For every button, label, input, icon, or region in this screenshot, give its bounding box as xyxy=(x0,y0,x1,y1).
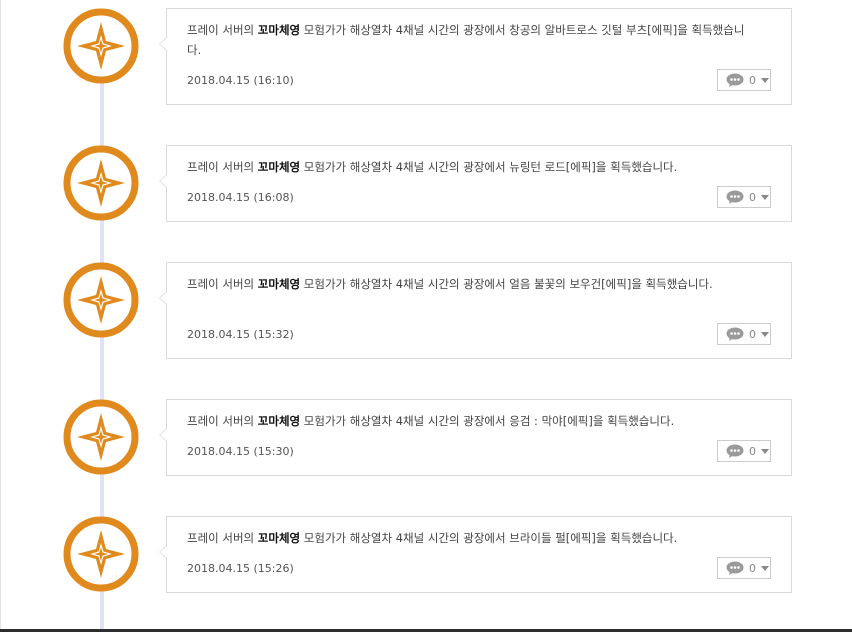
player-name[interactable]: 꼬마체영 xyxy=(258,414,300,428)
comment-button[interactable]: 0 xyxy=(717,557,771,579)
epic-emblem-icon xyxy=(63,516,139,592)
acquisition-card: 프레이 서버의 꼬마체영 모험가가 해상열차 4채널 시간의 광장에서 응검 :… xyxy=(159,399,792,476)
entry-date: 2018.04.15 (15:26) xyxy=(187,562,294,575)
speech-bubble-icon xyxy=(726,190,744,204)
epic-emblem-icon xyxy=(63,262,139,338)
comment-button[interactable]: 0 xyxy=(717,69,771,91)
speech-bubble-icon xyxy=(726,561,744,575)
comment-count: 0 xyxy=(749,327,756,341)
comment-count: 0 xyxy=(749,561,756,575)
speech-bubble-icon xyxy=(726,327,744,341)
epic-emblem-icon xyxy=(63,145,139,221)
comment-count: 0 xyxy=(749,444,756,458)
comment-button[interactable]: 0 xyxy=(717,186,771,208)
page-left-border xyxy=(0,0,1,630)
acquisition-card: 프레이 서버의 꼬마체영 모험가가 해상열차 4채널 시간의 광장에서 브라이들… xyxy=(159,516,792,593)
speech-bubble-icon xyxy=(726,444,744,458)
comment-count: 0 xyxy=(749,190,756,204)
caret-down-icon xyxy=(761,448,769,454)
player-name[interactable]: 꼬마체영 xyxy=(258,23,300,37)
caret-down-icon xyxy=(761,565,769,571)
comment-button[interactable]: 0 xyxy=(717,440,771,462)
comment-button[interactable]: 0 xyxy=(717,323,771,345)
player-name[interactable]: 꼬마체영 xyxy=(258,531,300,545)
entry-date: 2018.04.15 (16:08) xyxy=(187,191,294,204)
acquisition-message: 프레이 서버의 꼬마체영 모험가가 해상열차 4채널 시간의 광장에서 브라이들… xyxy=(187,531,678,545)
entry-date: 2018.04.15 (15:30) xyxy=(187,445,294,458)
speech-bubble-icon xyxy=(726,73,744,87)
player-name[interactable]: 꼬마체영 xyxy=(258,160,300,174)
acquisition-card: 프레이 서버의 꼬마체영 모험가가 해상열차 4채널 시간의 광장에서 얼음 불… xyxy=(159,262,792,359)
acquisition-message: 프레이 서버의 꼬마체영 모험가가 해상열차 4채널 시간의 광장에서 얼음 불… xyxy=(187,277,713,291)
player-name[interactable]: 꼬마체영 xyxy=(258,277,300,291)
epic-emblem-icon xyxy=(63,8,139,84)
acquisition-message: 프레이 서버의 꼬마체영 모험가가 해상열차 4채널 시간의 광장에서 창공의 … xyxy=(187,23,745,57)
acquisition-message: 프레이 서버의 꼬마체영 모험가가 해상열차 4채널 시간의 광장에서 응검 :… xyxy=(187,414,675,428)
acquisition-card: 프레이 서버의 꼬마체영 모험가가 해상열차 4채널 시간의 광장에서 뉴링턴 … xyxy=(159,145,792,222)
entry-date: 2018.04.15 (16:10) xyxy=(187,74,294,87)
caret-down-icon xyxy=(761,194,769,200)
acquisition-card: 프레이 서버의 꼬마체영 모험가가 해상열차 4채널 시간의 광장에서 창공의 … xyxy=(159,8,792,105)
epic-emblem-icon xyxy=(63,399,139,475)
acquisition-message: 프레이 서버의 꼬마체영 모험가가 해상열차 4채널 시간의 광장에서 뉴링턴 … xyxy=(187,160,678,174)
comment-count: 0 xyxy=(749,73,756,87)
entry-date: 2018.04.15 (15:32) xyxy=(187,328,294,341)
caret-down-icon xyxy=(761,331,769,337)
caret-down-icon xyxy=(761,77,769,83)
